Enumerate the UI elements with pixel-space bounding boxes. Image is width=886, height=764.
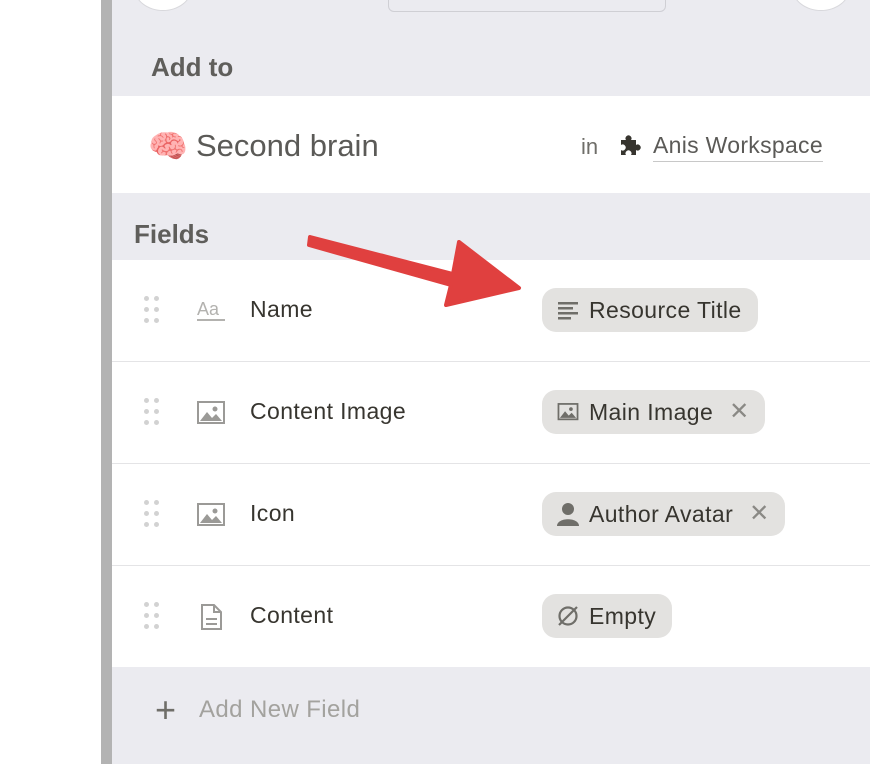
image-icon [197,503,225,526]
plus-icon: + [155,689,177,730]
drag-handle-icon[interactable] [144,602,162,632]
database-title[interactable]: Second brain [196,128,379,164]
image-icon [556,400,580,424]
top-input-field[interactable] [388,0,666,12]
window-edge [101,0,112,764]
add-new-field-label: Add New Field [199,696,361,723]
fields-list: Aa Name Resource Title Content Image Mai… [112,260,870,667]
text-lines-icon [556,298,580,322]
mapping-chip[interactable]: Author Avatar ✕ [542,492,786,536]
field-row-name[interactable]: Aa Name Resource Title [112,260,870,362]
svg-text:Aa: Aa [197,299,220,319]
in-label: in [581,134,599,159]
drag-handle-icon[interactable] [144,296,162,326]
mapping-chip[interactable]: Main Image ✕ [542,390,766,434]
field-row-icon[interactable]: Icon Author Avatar ✕ [112,464,870,566]
add-to-label: Add to [151,52,234,82]
empty-set-icon [556,604,580,628]
mapping-label: Main Image [589,398,714,425]
document-icon [201,604,222,630]
field-row-content[interactable]: Content Empty [112,566,870,667]
mapping-label: Resource Title [589,296,742,323]
mapping-label: Author Avatar [589,500,734,527]
field-name: Name [250,296,313,322]
field-name: Content [250,602,334,628]
workspace-link[interactable]: Anis Workspace [653,132,823,162]
remove-mapping-icon[interactable]: ✕ [729,400,749,424]
close-button[interactable] [792,0,850,11]
back-button[interactable] [134,0,192,11]
database-emoji-icon: 🧠 [148,128,188,164]
mapping-chip[interactable]: Empty [542,594,673,638]
drag-handle-icon[interactable] [144,500,162,530]
drag-handle-icon[interactable] [144,398,162,428]
fields-label: Fields [134,219,210,249]
add-new-field-button[interactable]: + Add New Field [155,692,360,728]
puzzle-icon [621,135,641,155]
field-row-content-image[interactable]: Content Image Main Image ✕ [112,362,870,464]
field-name: Icon [250,500,296,526]
mapping-label: Empty [589,602,657,629]
field-name: Content Image [250,398,407,424]
text-aa-icon: Aa [197,299,225,321]
mapping-chip[interactable]: Resource Title [542,288,758,332]
remove-mapping-icon[interactable]: ✕ [749,502,769,526]
person-icon [556,502,580,526]
image-icon [197,401,225,424]
